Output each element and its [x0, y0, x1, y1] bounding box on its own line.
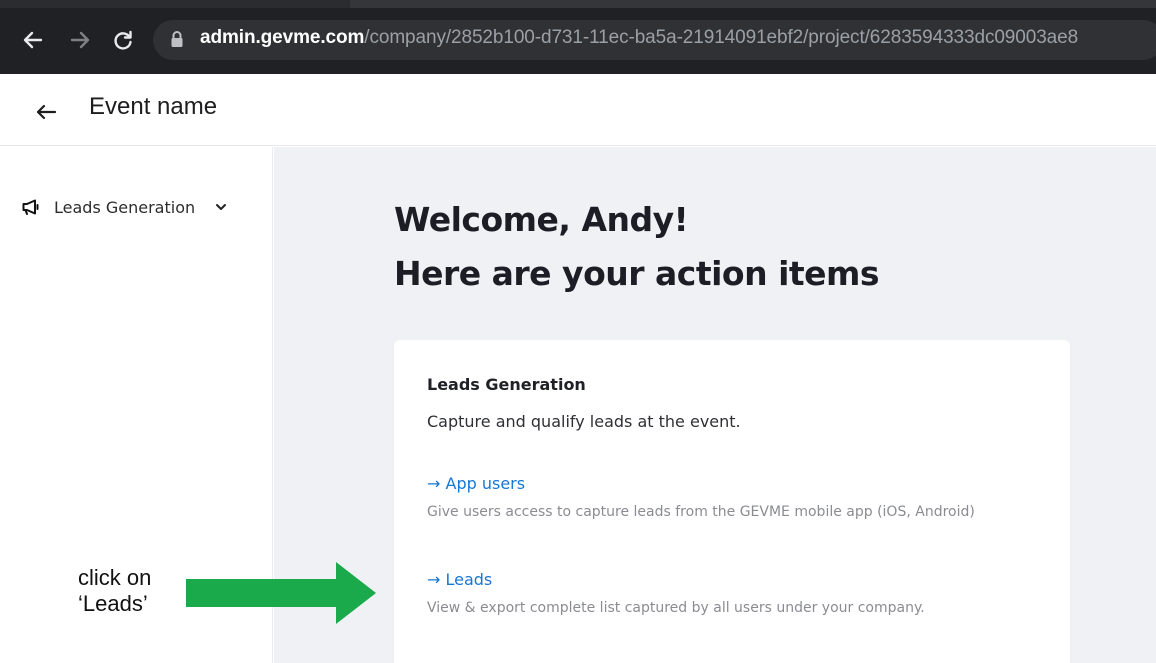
browser-toolbar: admin.gevme.com/company/2852b100-d731-11…: [0, 0, 1156, 74]
megaphone-icon: [22, 199, 39, 215]
annotation-line-2: ‘Leads’: [78, 591, 148, 616]
event-title: Event name: [89, 93, 218, 120]
lock-icon: [171, 31, 183, 47]
browser-back-button[interactable]: [21, 28, 45, 52]
welcome-heading: Welcome, Andy!: [394, 200, 689, 239]
sidebar-item-leads-generation[interactable]: Leads Generation: [22, 193, 227, 221]
green-arrow-icon: [186, 562, 376, 624]
leads-generation-card: Leads Generation Capture and qualify lea…: [394, 340, 1070, 663]
back-arrow-icon[interactable]: [34, 100, 58, 124]
app-users-link[interactable]: → App users: [427, 474, 525, 493]
leads-link[interactable]: → Leads: [427, 570, 492, 589]
main-content: Welcome, Andy! Here are your action item…: [274, 147, 1156, 663]
arrow-right-icon: [70, 31, 90, 49]
app-header: Event name: [0, 74, 1156, 146]
card-subtitle: Capture and qualify leads at the event.: [427, 412, 741, 431]
card-title: Leads Generation: [427, 375, 586, 394]
leads-description: View & export complete list captured by …: [427, 600, 925, 616]
action-items-heading: Here are your action items: [394, 254, 880, 293]
annotation-callout: click on ‘Leads’: [78, 565, 151, 617]
tab-strip: [0, 0, 1156, 8]
reload-icon: [114, 30, 132, 50]
address-bar-url[interactable]: admin.gevme.com/company/2852b100-d731-11…: [200, 27, 1078, 49]
url-path: /company/2852b100-d731-11ec-ba5a-2191409…: [364, 27, 1079, 48]
url-host: admin.gevme.com: [200, 27, 365, 48]
annotation-line-1: click on: [78, 565, 152, 590]
chevron-down-icon: [216, 204, 227, 210]
browser-forward-button[interactable]: [68, 28, 92, 52]
app-users-description: Give users access to capture leads from …: [427, 504, 975, 520]
sidebar-item-label: Leads Generation: [54, 197, 196, 217]
page-heading: Welcome, Andy! Here are your action item…: [394, 193, 880, 301]
arrow-left-icon: [23, 31, 43, 49]
browser-reload-button[interactable]: [111, 28, 135, 52]
active-tab-edge: [350, 0, 1156, 8]
